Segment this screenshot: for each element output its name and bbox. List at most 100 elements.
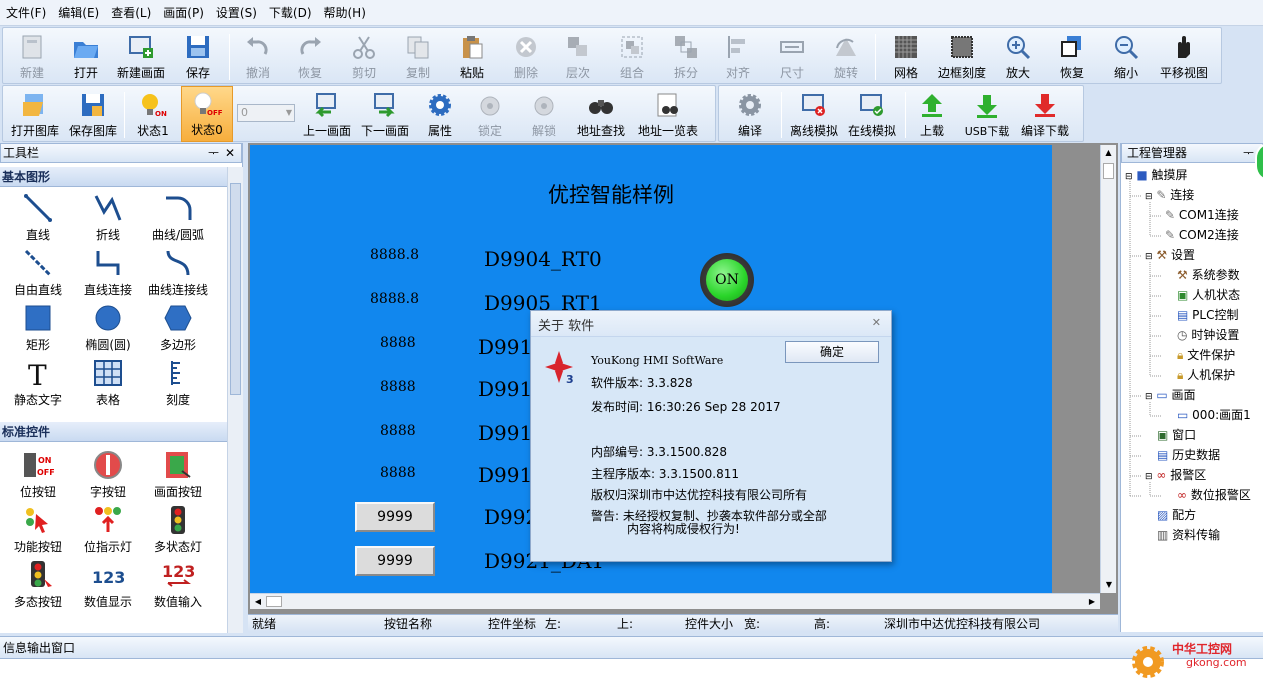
rotate-button[interactable]: 旋转 [823, 28, 869, 84]
close-icon[interactable]: ✕ [872, 316, 881, 329]
restore-button[interactable]: 恢复 [1049, 28, 1095, 84]
tree-node-history[interactable]: ▤ 历史数据 [1157, 445, 1220, 465]
next-screen-button[interactable]: 下一画面 [357, 86, 413, 142]
menu-help[interactable]: 帮助(H) [318, 0, 372, 26]
tool-arc[interactable]: 曲线/圆弧 [143, 188, 213, 243]
pin-icon[interactable]: ᅮ [208, 144, 219, 162]
new-screen-button[interactable]: 新建画面 [113, 28, 169, 84]
size-button[interactable]: 尺寸 [769, 28, 815, 84]
tool-bit-indicator[interactable]: 位指示灯 [73, 500, 143, 555]
compile-button[interactable]: 编译 [727, 86, 773, 142]
menu-edit[interactable]: 编辑(E) [52, 0, 105, 26]
tree-node-bit-alarm[interactable]: ∞ 数位报警区 [1177, 485, 1251, 505]
collapse-icon[interactable]: ⊟ [1145, 252, 1153, 262]
open-library-button[interactable]: 打开图库 [7, 86, 63, 142]
canvas-vscroll-thumb[interactable] [1103, 163, 1114, 179]
collapse-icon[interactable]: ⊟ [1125, 172, 1133, 182]
grid-button[interactable]: 网格 [883, 28, 929, 84]
register-label-1[interactable]: D9904_RT0 [484, 247, 602, 271]
ungroup-button[interactable]: 拆分 [663, 28, 709, 84]
numeric-input-2[interactable]: 9999 [355, 546, 435, 576]
align-button[interactable]: 对齐 [715, 28, 761, 84]
tool-scale[interactable]: 刻度 [143, 353, 213, 408]
tree-node-window[interactable]: ▣ 窗口 [1157, 425, 1196, 445]
tree-node-clock[interactable]: ◷ 时钟设置 [1177, 325, 1239, 345]
usb-download-button[interactable]: USB下载 [959, 86, 1015, 142]
register-label-6[interactable]: D991 [478, 463, 532, 487]
pin-icon[interactable]: ᅮ [1243, 144, 1254, 162]
open-button[interactable]: 打开 [63, 28, 109, 84]
tree-node-data-transfer[interactable]: ▥ 资料传输 [1157, 525, 1220, 545]
canvas-hscroll-thumb[interactable] [266, 596, 282, 607]
tree-node-hmi-status[interactable]: ▣ 人机状态 [1177, 285, 1240, 305]
border-scale-button[interactable]: 边框刻度 [933, 28, 991, 84]
cut-button[interactable]: 剪切 [341, 28, 387, 84]
ok-button[interactable]: 确定 [785, 341, 879, 363]
numeric-display-6[interactable]: 8888 [380, 465, 416, 481]
tree-node-recipe[interactable]: ▨ 配方 [1157, 505, 1196, 525]
tree-node-settings[interactable]: ⊟ ⚒ 设置 [1145, 245, 1195, 265]
tree-node-file-protect[interactable]: 🔒︎ 文件保护 [1177, 345, 1235, 365]
copy-button[interactable]: 复制 [395, 28, 441, 84]
tool-polyline[interactable]: 折线 [73, 188, 143, 243]
tool-numeric-display[interactable]: 123 数值显示 [73, 555, 143, 610]
tool-multi-state-lamp[interactable]: 多状态灯 [143, 500, 213, 555]
tool-table[interactable]: 表格 [73, 353, 143, 408]
numeric-display-3[interactable]: 8888 [380, 335, 416, 351]
upload-button[interactable]: 上载 [909, 86, 955, 142]
tool-line-connector[interactable]: 直线连接 [73, 243, 143, 298]
tool-polygon[interactable]: 多边形 [143, 298, 213, 353]
numeric-input-1[interactable]: 9999 [355, 502, 435, 532]
prev-screen-button[interactable]: 上一画面 [299, 86, 355, 142]
tool-static-text[interactable]: T 静态文字 [3, 353, 73, 408]
tool-function-button[interactable]: 功能按钮 [3, 500, 73, 555]
tree-node-com2[interactable]: ✎ COM2连接 [1165, 225, 1239, 245]
scroll-left-arrow-icon[interactable]: ◀ [250, 594, 266, 610]
tool-screen-button[interactable]: 画面按钮 [143, 445, 213, 500]
canvas-vscrollbar[interactable]: ▲ ▼ [1100, 145, 1116, 593]
layer-button[interactable]: 层次 [555, 28, 601, 84]
canvas-hscrollbar[interactable]: ◀ ▶ [250, 593, 1100, 609]
numeric-display-4[interactable]: 8888 [380, 379, 416, 395]
scroll-up-arrow-icon[interactable]: ▲ [1101, 145, 1116, 161]
address-list-button[interactable]: 地址一览表 [633, 86, 703, 142]
standard-controls-header[interactable]: 标准控件 [0, 422, 227, 442]
tool-numeric-input[interactable]: 123 数值输入 [143, 555, 213, 610]
about-dialog-titlebar[interactable]: 关于 软件 ✕ [531, 311, 891, 337]
unlock-button[interactable]: 解锁 [521, 86, 567, 142]
tool-free-line[interactable]: 自由直线 [3, 243, 73, 298]
address-search-button[interactable]: 地址查找 [573, 86, 629, 142]
lock-button[interactable]: 锁定 [467, 86, 513, 142]
tool-bit-button[interactable]: ON OFF 位按钮 [3, 445, 73, 500]
tree-node-connection[interactable]: ⊟ ✎ 连接 [1145, 185, 1194, 205]
save-library-button[interactable]: 保存图库 [65, 86, 121, 142]
state-select[interactable]: 0 ▼ [237, 104, 295, 122]
tool-rectangle[interactable]: 矩形 [3, 298, 73, 353]
on-indicator-lamp[interactable]: ON [700, 253, 754, 307]
tool-word-button[interactable]: 字按钮 [73, 445, 143, 500]
canvas-title[interactable]: 优控智能样例 [548, 179, 674, 209]
tree-node-screens[interactable]: ⊟ ▭ 画面 [1145, 385, 1196, 405]
state0-button[interactable]: OFF 状态0 [181, 86, 233, 142]
collapse-icon[interactable]: ⊟ [1145, 392, 1153, 402]
menu-screen[interactable]: 画面(P) [157, 0, 210, 26]
tree-node-com1[interactable]: ✎ COM1连接 [1165, 205, 1239, 225]
numeric-display-1[interactable]: 8888.8 [370, 247, 419, 263]
tree-node-plc-control[interactable]: ▤ PLC控制 [1177, 305, 1238, 325]
tree-node-hmi-protect[interactable]: 🔒︎ 人机保护 [1177, 365, 1235, 385]
collapse-icon[interactable]: ⊟ [1145, 472, 1153, 482]
toolbox-scroll-thumb[interactable] [230, 183, 241, 395]
new-button[interactable]: 新建 [9, 28, 55, 84]
menu-view[interactable]: 查看(L) [105, 0, 157, 26]
zoom-out-button[interactable]: 缩小 [1103, 28, 1149, 84]
offline-sim-button[interactable]: 离线模拟 [785, 86, 843, 142]
tool-curve-connector[interactable]: 曲线连接线 [143, 243, 213, 298]
group-button[interactable]: 组合 [609, 28, 655, 84]
tool-multi-state-button[interactable]: 多态按钮 [3, 555, 73, 610]
tree-node-alarm[interactable]: ⊟ ∞ 报警区 [1145, 465, 1206, 485]
tree-node-screen-000[interactable]: ▭ 000:画面1 [1177, 405, 1251, 425]
tool-ellipse[interactable]: 椭圆(圆) [73, 298, 143, 353]
pan-view-button[interactable]: 平移视图 [1155, 28, 1213, 84]
menu-download[interactable]: 下载(D) [263, 0, 318, 26]
basic-shapes-header[interactable]: 基本图形 [0, 167, 227, 187]
